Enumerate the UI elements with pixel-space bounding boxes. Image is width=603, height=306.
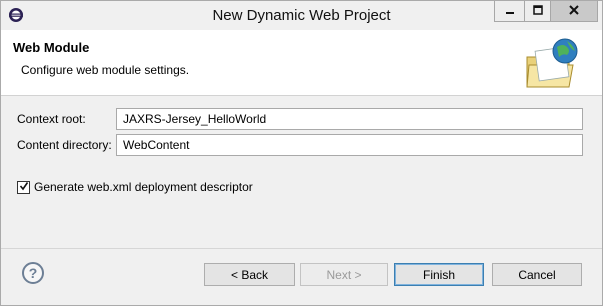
footer-divider [0,248,603,249]
cancel-button[interactable]: Cancel [492,263,582,286]
wizard-header: Web Module Configure web module settings… [0,30,603,96]
next-button[interactable]: Next > [300,263,388,286]
content-directory-input[interactable] [116,134,583,156]
content-directory-label: Content directory: [17,138,112,152]
help-icon: ? [28,265,38,281]
help-button[interactable]: ? [22,262,44,284]
checkmark-icon [19,180,29,194]
generate-web-xml-option[interactable]: Generate web.xml deployment descriptor [17,180,253,194]
maximize-icon [532,4,543,18]
title-bar[interactable]: New Dynamic Web Project [0,0,603,30]
web-folder-globe-icon [523,37,583,92]
maximize-button[interactable] [524,1,551,22]
generate-web-xml-checkbox[interactable] [17,180,30,194]
minimize-icon [505,4,515,18]
finish-button[interactable]: Finish [394,263,484,286]
context-root-label: Context root: [17,112,86,126]
close-button[interactable] [550,1,598,22]
back-button[interactable]: < Back [204,263,295,286]
page-title: Web Module [13,40,90,55]
minimize-button[interactable] [494,1,525,22]
page-description: Configure web module settings. [21,63,190,77]
close-icon [568,4,580,19]
generate-web-xml-label: Generate web.xml deployment descriptor [34,180,253,194]
context-root-input[interactable] [116,108,583,130]
